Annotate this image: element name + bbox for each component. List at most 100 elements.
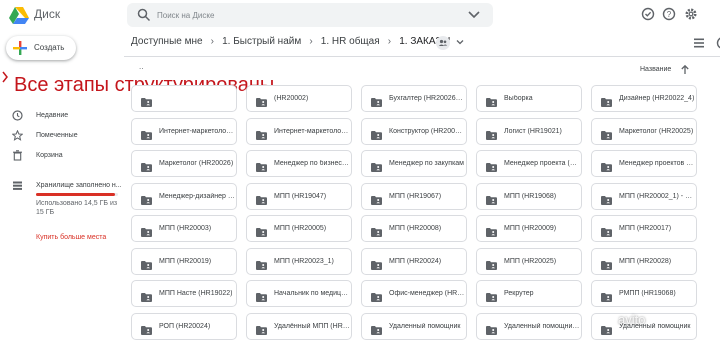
folder-card[interactable]: МПП (HR20009)	[476, 215, 582, 242]
folder-name: Менеджер проекта (HR20020)	[504, 160, 580, 167]
storage-icon	[13, 181, 22, 190]
folder-card[interactable]: Интернет-маркетолог (HR20021)	[131, 117, 237, 145]
folder-name: Менеджер по закупкам	[389, 160, 464, 167]
sidebar-item-label: Помеченные	[36, 132, 78, 139]
folder-name: Менеджер по бизнес-развитию	[274, 160, 350, 167]
folder-card[interactable]: МПП (HR20003)	[131, 215, 237, 242]
shared-folder-icon	[371, 257, 382, 270]
folder-name: Интернет-маркетолог (HR20021)	[159, 127, 235, 135]
folder-card[interactable]: МПП (HR20002_1) - на паузе	[591, 182, 697, 210]
shared-folder-icon[interactable]	[436, 36, 450, 50]
shared-folder-icon	[141, 192, 152, 205]
help-icon[interactable]: ?	[662, 7, 676, 21]
folder-card[interactable]: Логист (HR19021)	[476, 117, 582, 145]
folder-card[interactable]: Менеджер проекта (HR20020)	[476, 150, 582, 177]
sidebar-item-recent[interactable]: Недавние	[0, 108, 120, 124]
sidebar-item-starred[interactable]: Помеченные	[0, 128, 120, 144]
folder-name: МПП (HR20002_1) - на паузе	[619, 192, 695, 200]
folder-card[interactable]: МПП (HR20019)	[131, 247, 237, 275]
folder-name: Рекрутер	[504, 290, 534, 297]
search-input[interactable]	[157, 6, 447, 24]
folder-card[interactable]: Удалённый МПП (HR20026)	[246, 312, 352, 340]
plus-icon	[13, 41, 27, 55]
folder-card[interactable]: МПП (HR19068)	[476, 182, 582, 210]
folder-card[interactable]: Менеджер-дизайнер (HR20016)	[131, 182, 237, 210]
folder-name: МПП Насте (HR19022)	[159, 290, 233, 297]
folder-name: Конструктор (HR20023)	[389, 127, 465, 135]
folder-card[interactable]: МПП (HR19047)	[246, 182, 352, 210]
shared-folder-icon	[486, 289, 497, 302]
folder-card[interactable]: Начальник по медицинской	[246, 280, 352, 307]
folder-card[interactable]: Бухгалтер (HR20026_1)	[361, 85, 467, 112]
buy-storage-link[interactable]: Купить больше места	[36, 234, 106, 241]
storage-label: Хранилище заполнено н...	[36, 182, 122, 189]
shared-folder-icon	[486, 322, 497, 335]
folder-name: МПП (HR20005)	[274, 225, 327, 232]
folder-card[interactable]: МПП (HR20017)	[591, 215, 697, 242]
folder-card[interactable]: Интернет-маркетолог (HR20002)	[131, 85, 237, 112]
folder-card[interactable]: МПП (HR20023_1)	[246, 247, 352, 275]
folder-card[interactable]: Интернет-маркетолог (HR20022)	[246, 117, 352, 145]
chevron-down-icon[interactable]	[455, 37, 465, 47]
search-options-icon[interactable]	[468, 9, 480, 21]
folder-card[interactable]: РОП (HR20024)	[131, 312, 237, 340]
folder-card[interactable]: МПП (HR20028)	[591, 247, 697, 275]
create-button[interactable]: Создать	[6, 36, 76, 60]
shared-folder-icon	[486, 159, 497, 172]
folder-name: Маркетолог (HR20025)	[619, 127, 694, 135]
settings-gear-icon[interactable]	[684, 7, 698, 21]
folder-card[interactable]: Удаленный помощник (2)	[476, 312, 582, 340]
sort-label[interactable]: Название	[640, 66, 671, 73]
folder-card[interactable]: Офис-менеджер (HR20027)	[361, 280, 467, 307]
folder-card[interactable]: Выборка	[476, 85, 582, 112]
folder-name: МПП (HR20025)	[504, 257, 557, 265]
folder-card[interactable]: Менеджер по бизнес-развитию	[246, 150, 352, 177]
folder-card[interactable]: МПП (HR20005)	[246, 215, 352, 242]
folder-name: МПП (HR20003)	[159, 225, 212, 232]
folder-card[interactable]: РМПП (HR19068)	[591, 280, 697, 307]
folder-name: Интернет-маркетолог (HR20022)	[274, 127, 350, 135]
folder-card[interactable]: (HR20002)	[246, 85, 352, 112]
sort-arrow-up-icon[interactable]	[680, 64, 690, 75]
info-icon[interactable]	[716, 36, 720, 50]
search-bar[interactable]	[127, 3, 493, 27]
drive-logo-icon[interactable]	[8, 6, 30, 24]
folder-card[interactable]: Конструктор (HR20023)	[361, 117, 467, 145]
folder-card[interactable]: Менеджер по закупкам	[361, 150, 467, 177]
sidebar-item-trash[interactable]: Корзина	[0, 148, 120, 164]
shared-folder-icon	[371, 127, 382, 140]
breadcrumb-separator: ›	[210, 36, 215, 47]
shared-folder-icon	[601, 159, 612, 172]
shared-folder-icon	[601, 257, 612, 270]
shared-folder-icon	[141, 94, 152, 107]
folder-card[interactable]: Дизайнер (HR20022_4)	[591, 85, 697, 112]
folder-card[interactable]: МПП (HR19067)	[361, 182, 467, 210]
folder-card[interactable]: МПП (HR20025)	[476, 247, 582, 275]
folder-card[interactable]: МПП (HR20008)	[361, 215, 467, 242]
folder-card[interactable]: Маркетолог (HR20026)	[131, 150, 237, 177]
breadcrumb-item[interactable]: Доступные мне	[131, 36, 203, 47]
folder-card[interactable]: Маркетолог (HR20025)	[591, 117, 697, 145]
shared-folder-icon	[256, 127, 267, 140]
shared-folder-icon	[371, 94, 382, 107]
folder-card[interactable]: Рекрутер	[476, 280, 582, 307]
breadcrumb-separator: ›	[387, 36, 392, 47]
folder-name: Менеджер проектов (HR20024)	[619, 160, 695, 167]
folder-card[interactable]: Удаленный помощник	[361, 312, 467, 340]
section-dots: ..	[139, 62, 144, 71]
search-icon[interactable]	[137, 8, 151, 22]
watermark: avito	[618, 312, 646, 327]
ready-offline-icon[interactable]	[641, 7, 655, 21]
breadcrumb-item[interactable]: 1. Быстрый найм	[222, 36, 301, 47]
folder-card[interactable]: Менеджер проектов (HR20024)	[591, 150, 697, 177]
shared-folder-icon	[601, 94, 612, 107]
folder-card[interactable]: МПП Насте (HR19022)	[131, 280, 237, 307]
storage-progress-fill	[36, 193, 116, 196]
shared-folder-icon	[141, 289, 152, 302]
breadcrumb-item[interactable]: 1. HR общая	[321, 36, 380, 47]
shared-folder-icon	[141, 159, 152, 172]
list-view-icon[interactable]	[694, 38, 704, 48]
shared-folder-icon	[486, 94, 497, 107]
folder-name: Бухгалтер (HR20026_1)	[389, 95, 465, 102]
folder-card[interactable]: МПП (HR20024)	[361, 247, 467, 275]
